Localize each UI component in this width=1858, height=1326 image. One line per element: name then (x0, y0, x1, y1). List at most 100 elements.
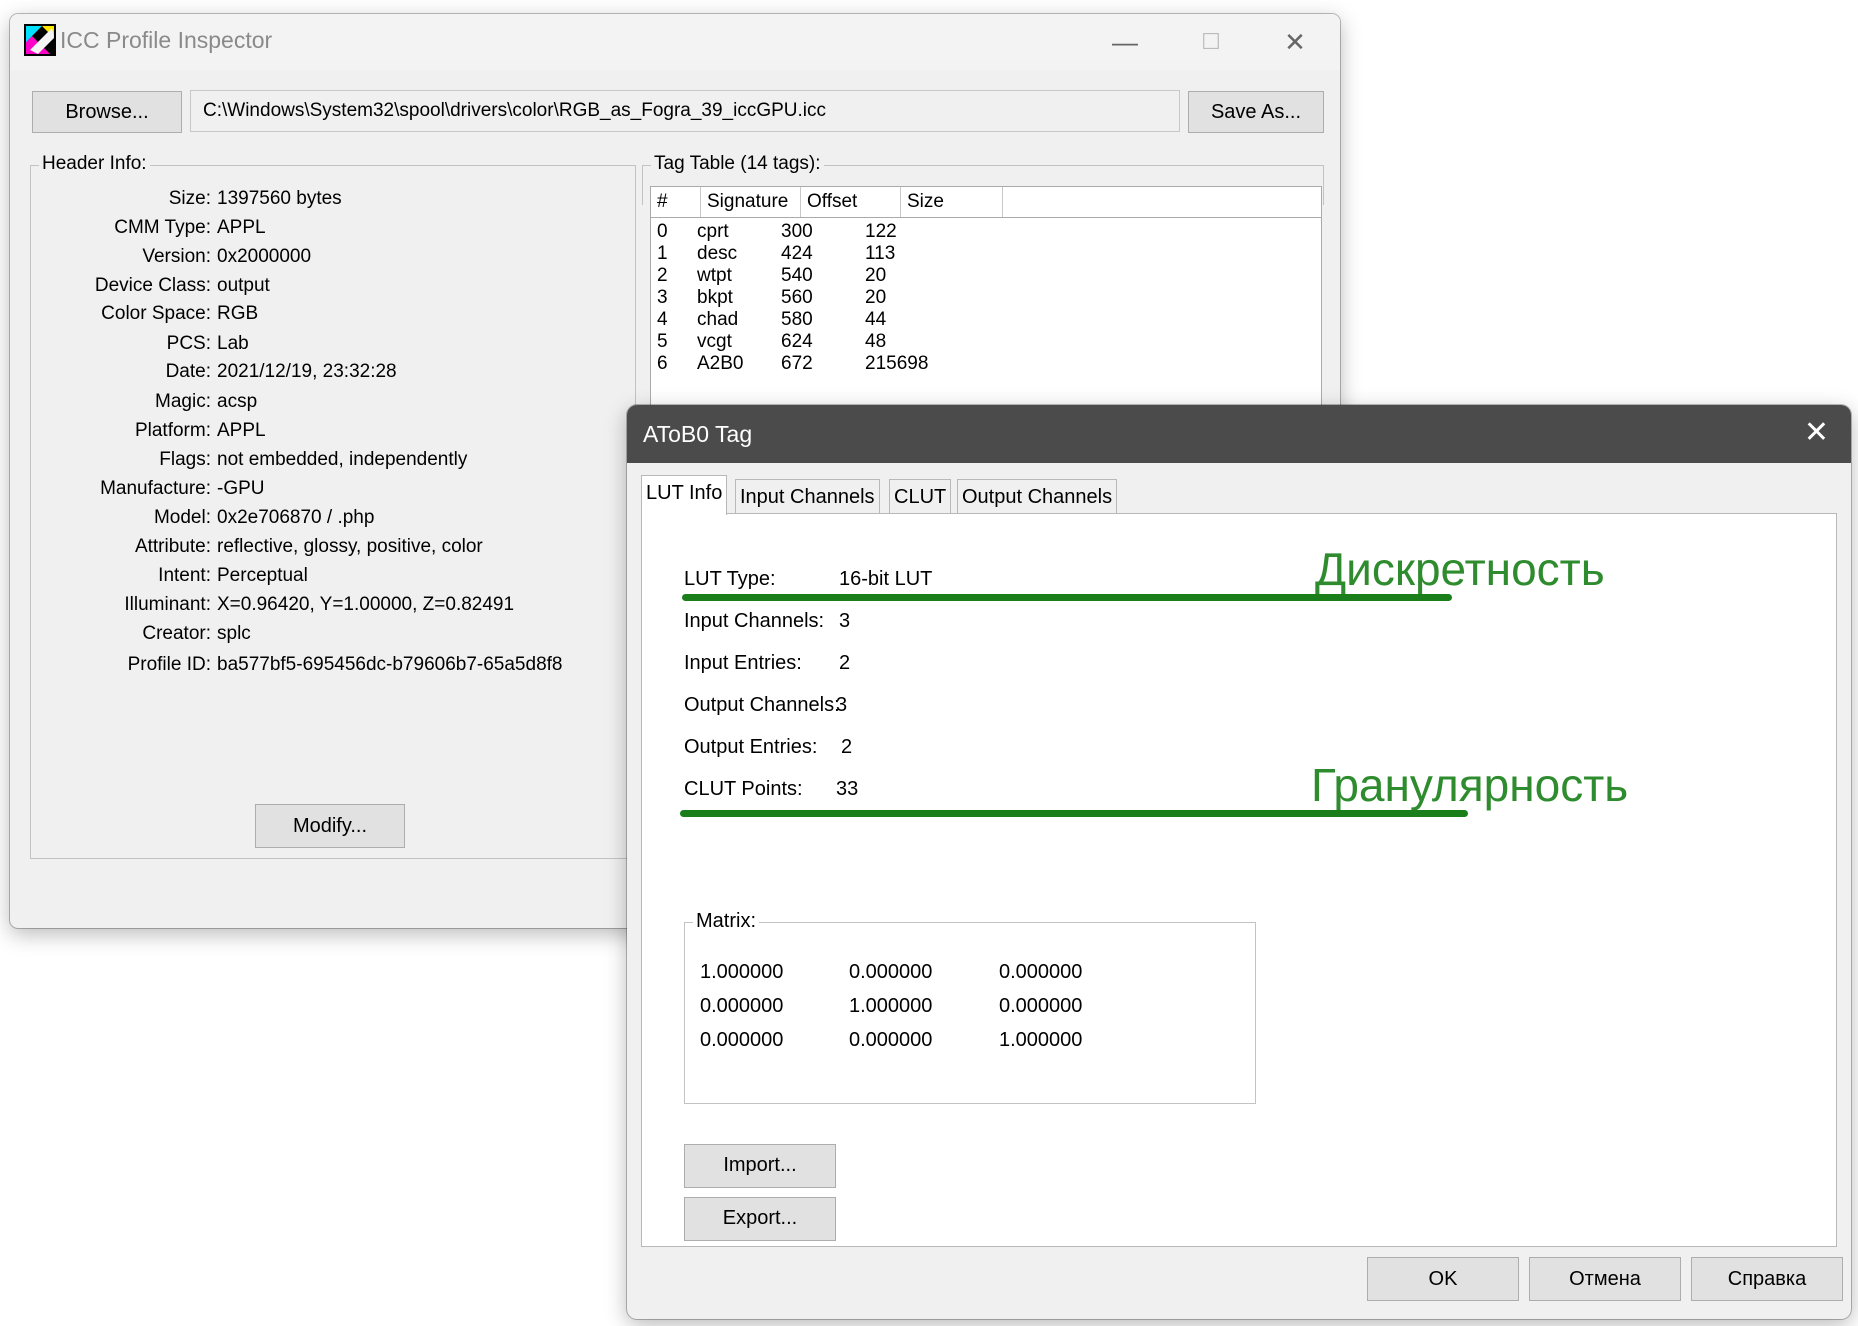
header-field-label: Magic: (155, 391, 211, 412)
header-field-value: APPL (217, 420, 266, 441)
header-field-value: -GPU (217, 478, 265, 499)
lut-info-row: Output Entries: 2 (684, 736, 852, 764)
header-field-value: 1397560 bytes (217, 188, 342, 209)
main-titlebar[interactable]: ICC Profile Inspector — ☐ ✕ (10, 14, 1340, 70)
header-field-row: CMM Type: APPL (31, 217, 651, 245)
header-field-label: Profile ID: (127, 654, 211, 675)
atob0-dialog: AToB0 Tag ✕ LUT Info Input Channels CLUT… (627, 405, 1851, 1319)
lut-info-row: LUT Type: 16-bit LUT (684, 568, 932, 596)
lut-info-value: 3 (839, 610, 851, 632)
header-field-value: splc (217, 623, 251, 644)
matrix-cell: 1.000000 (849, 995, 933, 1017)
header-field-value: reflective, glossy, positive, color (217, 536, 483, 557)
annotation-underline-clut-points (680, 810, 1468, 817)
column-header-offset[interactable]: Offset (801, 187, 901, 217)
header-field-value: Lab (217, 333, 249, 354)
tab-clut[interactable]: CLUT (889, 479, 952, 513)
header-field-row: Magic: acsp (31, 391, 651, 419)
matrix-cell: 0.000000 (700, 1029, 784, 1051)
lut-info-label: LUT Type: (684, 568, 776, 590)
matrix-cell: 0.000000 (700, 995, 784, 1017)
header-field-row: Intent: Perceptual (31, 565, 651, 593)
save-as-button[interactable]: Save As... (1188, 91, 1324, 133)
header-field-label: Intent: (158, 565, 211, 586)
header-field-value: output (217, 275, 270, 296)
lut-info-value: 16-bit LUT (839, 568, 933, 590)
column-header-size[interactable]: Size (901, 187, 1003, 217)
export-button[interactable]: Export... (684, 1197, 836, 1241)
ok-button[interactable]: OK (1367, 1257, 1519, 1301)
header-field-value: RGB (217, 303, 259, 324)
matrix-legend: Matrix: (693, 910, 759, 933)
header-field-label: PCS: (166, 333, 211, 354)
lut-info-value: 33 (836, 778, 859, 800)
tab-output-channels[interactable]: Output Channels (957, 479, 1118, 513)
table-cell: 672 (781, 353, 813, 374)
maximize-button[interactable]: ☐ (1166, 14, 1256, 70)
lut-info-label: Input Channels: (684, 610, 825, 632)
header-field-value: 2021/12/19, 23:32:28 (217, 361, 397, 382)
dialog-titlebar[interactable]: AToB0 Tag ✕ (627, 405, 1851, 463)
header-field-label: Version: (142, 246, 211, 267)
import-button[interactable]: Import... (684, 1144, 836, 1188)
lut-info-value: 2 (841, 736, 853, 758)
header-field-label: Flags: (159, 449, 211, 470)
header-field-row: Model: 0x2e706870 / .php (31, 507, 651, 535)
window-title: ICC Profile Inspector (60, 27, 273, 53)
tab-input-channels[interactable]: Input Channels (735, 479, 880, 513)
browse-button[interactable]: Browse... (32, 91, 182, 133)
lut-info-row: Output Channels: 3 (684, 694, 847, 722)
header-field-value: ba577bf5-695456dc-b79606b7-65a5d8f8 (217, 654, 563, 675)
header-field-row: Device Class: output (31, 275, 651, 303)
minimize-button[interactable]: — (1080, 14, 1170, 70)
modify-button[interactable]: Modify... (255, 804, 405, 848)
header-field-value: not embedded, independently (217, 449, 468, 470)
lut-info-row: CLUT Points: 33 (684, 778, 858, 806)
matrix-cell: 0.000000 (849, 961, 933, 983)
dialog-close-icon[interactable]: ✕ (1804, 415, 1829, 450)
table-cell: 215698 (865, 353, 929, 374)
file-path-field[interactable]: C:\Windows\System32\spool\drivers\color\… (190, 90, 1180, 132)
tab-lut-info[interactable]: LUT Info (641, 475, 728, 515)
header-field-row: Manufacture: -GPU (31, 478, 651, 506)
header-field-value: 0x2e706870 / .php (217, 507, 375, 528)
header-field-row: Flags: not embedded, independently (31, 449, 651, 477)
matrix-cell: 1.000000 (999, 1029, 1083, 1051)
matrix-cell: 0.000000 (999, 961, 1083, 983)
matrix-cell: 0.000000 (999, 995, 1083, 1017)
lut-info-value: 3 (836, 694, 848, 716)
tag-table-list[interactable]: # Signature Offset Size 0 cprt 300 122 1 desc… (650, 186, 1322, 422)
header-field-row: Size: 1397560 bytes (31, 188, 651, 216)
app-icon (24, 24, 56, 56)
header-field-value: APPL (217, 217, 266, 238)
header-field-row: Platform: APPL (31, 420, 651, 448)
matrix-cell: 1.000000 (700, 961, 784, 983)
close-button[interactable]: ✕ (1250, 14, 1340, 70)
lut-info-row: Input Entries: 2 (684, 652, 850, 680)
tag-table-header: # Signature Offset Size (651, 187, 1321, 218)
header-field-label: CMM Type: (114, 217, 211, 238)
header-field-value: 0x2000000 (217, 246, 312, 267)
header-field-label: Size: (168, 188, 211, 209)
lut-info-label: Output Entries: (684, 736, 818, 758)
lut-info-value: 2 (839, 652, 851, 674)
header-field-row: Version: 0x2000000 (31, 246, 651, 274)
annotation-discreteness: Дискретность (1315, 543, 1605, 595)
header-info-legend: Header Info: (39, 153, 150, 175)
header-field-label: Device Class: (94, 275, 211, 296)
lut-info-label: CLUT Points: (684, 778, 803, 800)
tag-table-legend: Tag Table (14 tags): (651, 153, 824, 175)
header-field-row: Creator: splc (31, 623, 651, 651)
column-header-signature[interactable]: Signature (701, 187, 801, 217)
header-field-value: acsp (217, 391, 258, 412)
header-field-label: Attribute: (134, 536, 211, 557)
lut-info-label: Input Entries: (684, 652, 802, 674)
help-button[interactable]: Справка (1691, 1257, 1843, 1301)
header-field-label: Model: (153, 507, 211, 528)
column-header-index[interactable]: # (651, 187, 701, 217)
table-row[interactable]: 6 A2B0 672 215698 (651, 351, 1321, 377)
table-cell: 6 (657, 353, 668, 374)
header-field-label: Color Space: (101, 303, 211, 324)
header-field-row: Date: 2021/12/19, 23:32:28 (31, 361, 651, 389)
cancel-button[interactable]: Отмена (1529, 1257, 1681, 1301)
